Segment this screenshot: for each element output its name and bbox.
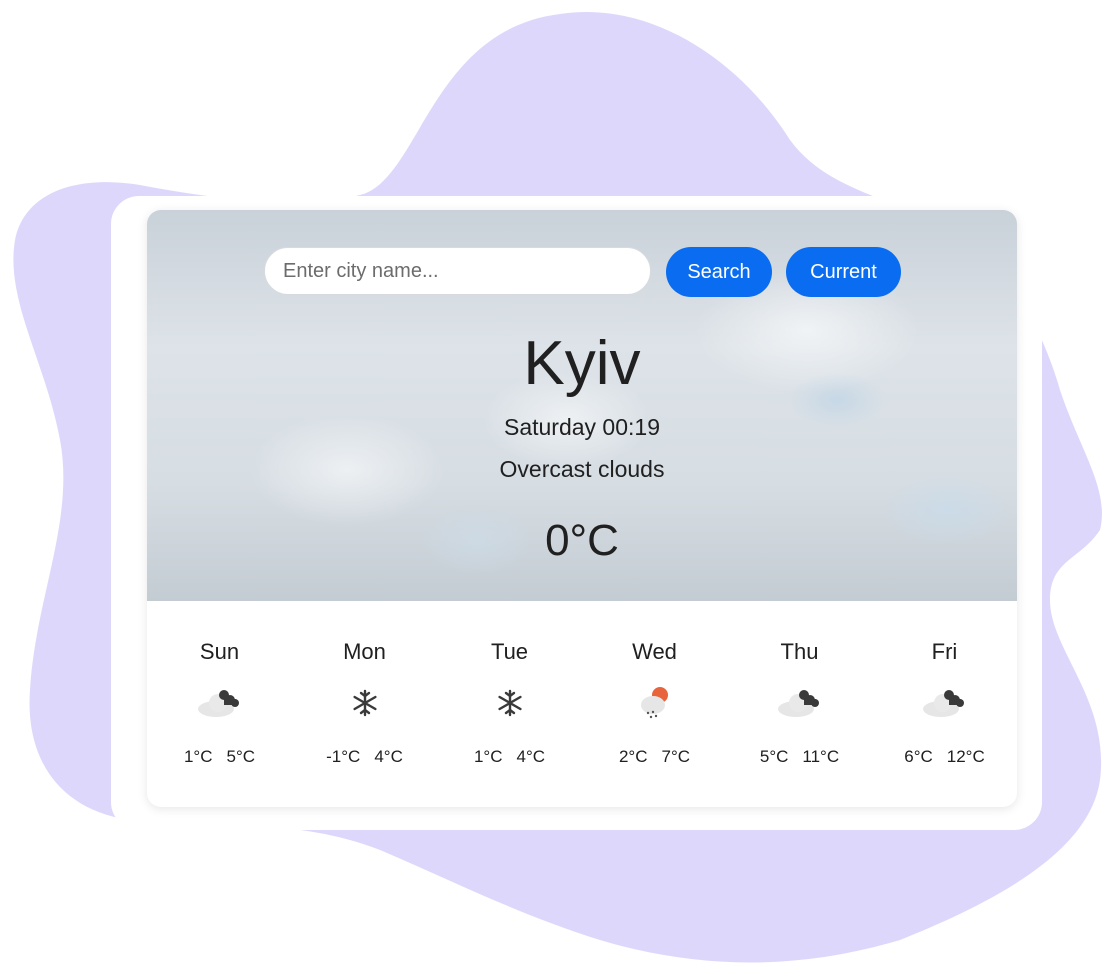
- date-time: Saturday 00:19: [503, 414, 660, 440]
- app-frame: Search Current Kyiv Saturday 00:19 Overc…: [111, 196, 1042, 830]
- forecast-max-temp: 11°C: [802, 747, 840, 766]
- forecast-min-temp: 1°C: [473, 747, 503, 766]
- forecast-max-temp: 5°C: [226, 747, 256, 766]
- forecast-min-temp: 1°C: [183, 747, 213, 766]
- snowflake-icon: [497, 689, 522, 717]
- forecast-temps: 6°C 12°C: [872, 747, 1017, 767]
- sun-snow-cloud-icon: [640, 687, 668, 719]
- forecast-day: Fri 6°C 12°C: [872, 601, 1017, 807]
- forecast-max-temp: 7°C: [661, 747, 691, 766]
- city-name: Kyiv: [523, 329, 641, 398]
- forecast-max-temp: 12°C: [946, 747, 985, 766]
- cloudy-icon: [922, 690, 964, 717]
- forecast-min-temp: -1°C: [326, 747, 361, 766]
- forecast-day: Wed 2°C 7°C: [582, 601, 727, 807]
- forecast-temps: -1°C 4°C: [292, 747, 437, 767]
- forecast-temps: 2°C 7°C: [582, 747, 727, 767]
- forecast-day-name: Wed: [632, 639, 677, 664]
- forecast-day: Tue 1°C 4°C: [437, 601, 582, 807]
- forecast-temps: 5°C 11°C: [727, 747, 872, 767]
- current-weather-panel: Search Current Kyiv Saturday 00:19 Overc…: [147, 210, 1017, 601]
- weather-card: Search Current Kyiv Saturday 00:19 Overc…: [147, 210, 1017, 807]
- weather-description: Overcast clouds: [499, 456, 665, 482]
- forecast-day: Thu 5°C 11°C: [727, 601, 872, 807]
- current-temperature: 0°C: [545, 516, 619, 565]
- forecast-min-temp: 6°C: [904, 747, 933, 766]
- forecast-day-name: Thu: [780, 639, 819, 664]
- search-button[interactable]: Search: [666, 247, 772, 297]
- forecast-day: Sun 1°C 5°C: [147, 601, 292, 807]
- forecast-temps: 1°C 5°C: [147, 747, 292, 767]
- forecast-max-temp: 4°C: [374, 747, 403, 766]
- snowflake-icon: [352, 689, 377, 717]
- forecast-max-temp: 4°C: [516, 747, 546, 766]
- forecast-temps: 1°C 4°C: [437, 747, 582, 767]
- forecast-day-name: Tue: [490, 639, 529, 664]
- forecast-min-temp: 2°C: [618, 747, 648, 766]
- forecast-day-name: Mon: [343, 639, 386, 664]
- forecast-row: Sun 1°C 5°C Mon -1°C 4°C Tue 1°C 4°C Wed…: [147, 601, 1017, 807]
- city-search-input[interactable]: [264, 247, 651, 295]
- forecast-day-name: Fri: [931, 639, 958, 664]
- cloudy-icon: [197, 690, 239, 717]
- cloudy-icon: [777, 690, 819, 717]
- forecast-min-temp: 5°C: [759, 747, 789, 766]
- forecast-day: Mon -1°C 4°C: [292, 601, 437, 807]
- forecast-day-name: Sun: [199, 639, 240, 664]
- current-location-button[interactable]: Current: [786, 247, 901, 297]
